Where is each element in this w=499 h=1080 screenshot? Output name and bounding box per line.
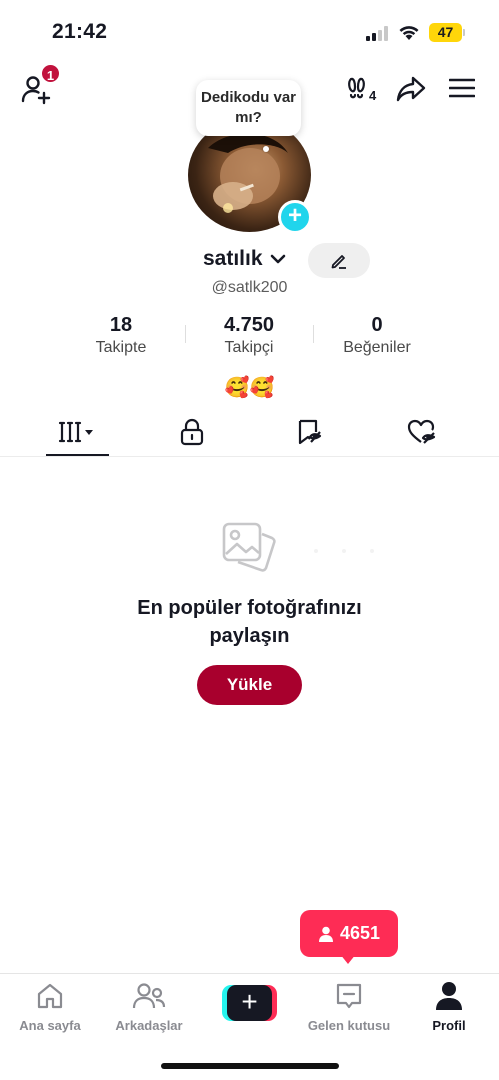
nav-label: Gelen kutusu (307, 1018, 391, 1033)
status-bubble[interactable]: Dedikodu var mı? (196, 80, 301, 136)
tab-reposts[interactable] (269, 412, 349, 452)
stat-divider (185, 325, 186, 343)
svg-text:4: 4 (369, 88, 377, 103)
stat-value: 4.750 (223, 314, 275, 336)
profile-icon (436, 982, 462, 1010)
new-followers-toast[interactable]: 4651 (300, 910, 398, 957)
battery-cap (463, 29, 465, 36)
notification-badge: 1 (40, 63, 61, 84)
decorative-dots (314, 549, 374, 553)
share-profile-button[interactable] (395, 74, 427, 104)
create-button[interactable]: + (222, 985, 277, 1021)
nav-label: Arkadaşlar (115, 1018, 183, 1033)
footprints-icon: 4 (348, 77, 377, 103)
profile-views-button[interactable]: 4 (346, 72, 382, 106)
add-avatar-button[interactable]: + (278, 200, 312, 234)
profile-handle: @satlk200 (211, 279, 288, 296)
toast-count: 4651 (339, 923, 381, 943)
stat-value: 0 (371, 314, 383, 336)
toast-tail (340, 954, 356, 964)
status-bar: 21:42 47 (0, 0, 499, 60)
nav-profile[interactable]: Profil (399, 980, 499, 1033)
bottom-nav-divider (0, 973, 499, 974)
hamburger-menu-icon (449, 78, 475, 98)
empty-state-line: En popüler fotoğrafınızı (137, 597, 362, 619)
lock-icon (180, 418, 204, 446)
photos-icon (222, 522, 276, 572)
inbox-icon (336, 983, 362, 1009)
videos-grid-icon (58, 421, 93, 443)
stat-value: 18 (109, 314, 133, 336)
nav-friends[interactable]: Arkadaşlar (99, 980, 199, 1033)
nav-label: Profil (432, 1018, 466, 1033)
battery-indicator: 47 (429, 23, 465, 42)
battery-level: 47 (429, 23, 462, 42)
menu-button[interactable] (448, 76, 476, 100)
nav-label: Ana sayfa (19, 1018, 81, 1033)
person-icon (318, 926, 333, 942)
stat-divider (313, 325, 314, 343)
empty-state-line: paylaşın (209, 625, 290, 647)
nav-inbox[interactable]: Gelen kutusu (299, 980, 399, 1033)
reposts-icon (298, 419, 322, 445)
chevron-down-icon[interactable] (269, 252, 287, 266)
stat-label: Beğeniler (343, 339, 411, 356)
profile-name[interactable]: satılık (203, 247, 263, 271)
tab-private[interactable] (152, 412, 232, 452)
cellular-signal-icon (366, 26, 388, 41)
stat-likes[interactable]: 0 Beğeniler (327, 314, 427, 357)
tabs-divider (0, 456, 499, 457)
stat-label: Takipçi (224, 339, 274, 356)
empty-state-title: En popüler fotoğrafınızı paylaşın (0, 594, 499, 650)
stat-followers[interactable]: 4.750 Takipçi (199, 314, 299, 357)
status-time: 21:42 (52, 20, 108, 43)
wifi-icon (399, 26, 419, 40)
stat-following[interactable]: 18 Takipte (71, 314, 171, 357)
share-arrow-icon (396, 76, 426, 102)
bubble-tail-dot (263, 146, 269, 152)
tab-videos[interactable] (38, 412, 118, 452)
liked-icon (407, 419, 436, 444)
upload-button[interactable]: Yükle (197, 665, 302, 705)
edit-profile-button[interactable] (308, 243, 370, 278)
plus-icon: + (227, 985, 272, 1021)
home-icon (37, 983, 63, 1009)
home-indicator[interactable] (161, 1063, 339, 1069)
tab-liked[interactable] (382, 412, 462, 452)
nav-home[interactable]: Ana sayfa (0, 980, 100, 1033)
pencil-icon (331, 254, 346, 269)
stat-label: Takipte (95, 339, 147, 356)
profile-bio: 🥰🥰 (224, 377, 275, 399)
friends-icon (132, 983, 166, 1009)
